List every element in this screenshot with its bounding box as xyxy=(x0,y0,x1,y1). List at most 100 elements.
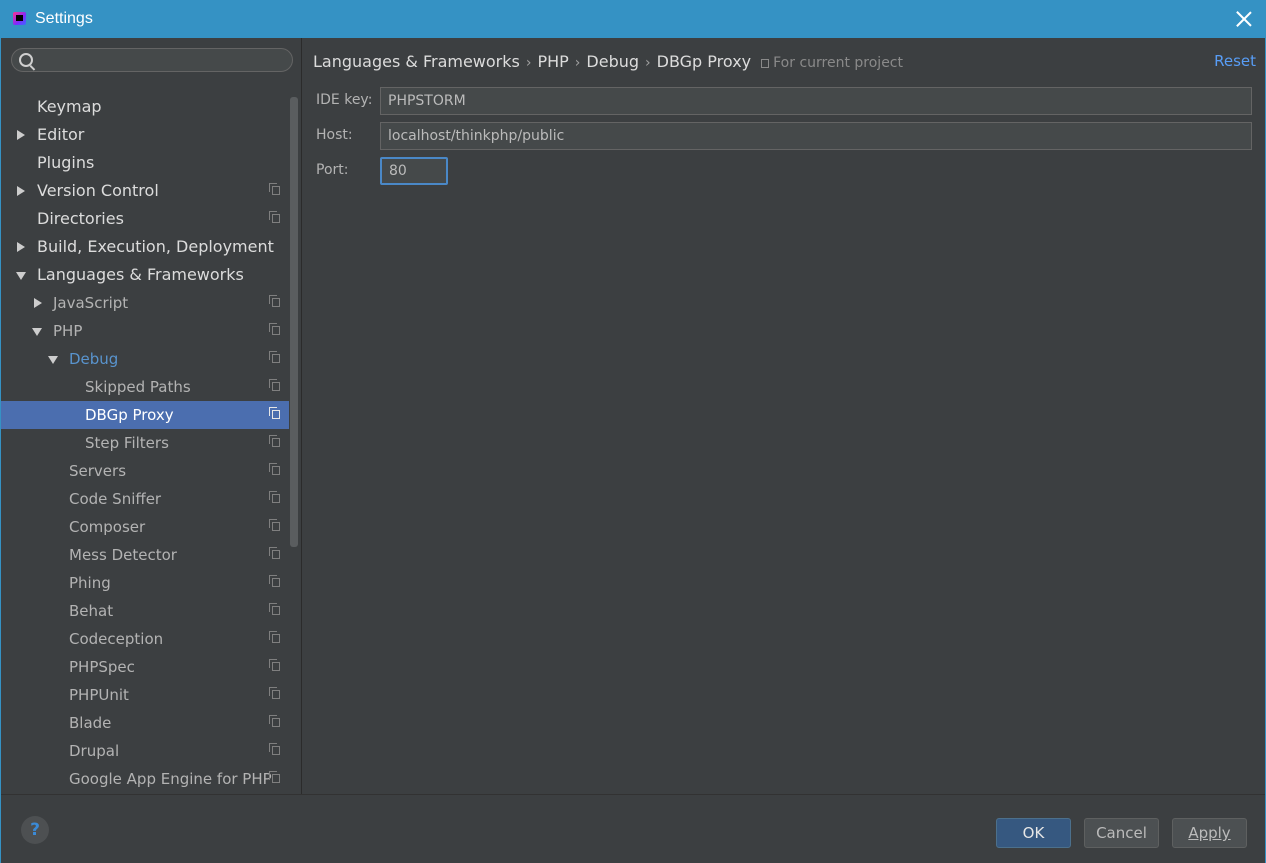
project-scope-icon xyxy=(269,351,280,363)
close-icon[interactable] xyxy=(1235,10,1253,28)
tree-item-plugins[interactable]: Plugins xyxy=(1,149,289,177)
tree-item-behat[interactable]: Behat xyxy=(1,597,289,625)
tree-item-step-filters[interactable]: Step Filters xyxy=(1,429,289,457)
tree-item-phpspec[interactable]: PHPSpec xyxy=(1,653,289,681)
tree-item-label: PHPUnit xyxy=(69,686,129,704)
project-scope-icon xyxy=(269,547,280,559)
tree-item-code-sniffer[interactable]: Code Sniffer xyxy=(1,485,289,513)
host-label: Host: xyxy=(316,127,353,143)
breadcrumb-item: DBGp Proxy xyxy=(656,52,752,71)
ide-key-row: IDE key: xyxy=(316,87,1256,115)
tree-item-blade[interactable]: Blade xyxy=(1,709,289,737)
expand-arrow-icon[interactable] xyxy=(17,130,25,140)
breadcrumb-item: PHP xyxy=(537,52,569,71)
breadcrumb: Languages & Frameworks › PHP › Debug › DBGp Pr… xyxy=(313,52,903,71)
tree-item-label: Codeception xyxy=(69,630,164,648)
breadcrumb-separator-icon: › xyxy=(525,55,532,71)
tree-item-label: Build, Execution, Deployment xyxy=(37,237,274,256)
tree-item-label: Languages & Frameworks xyxy=(37,265,244,284)
tree-item-drupal[interactable]: Drupal xyxy=(1,737,289,765)
cancel-button[interactable]: Cancel xyxy=(1084,818,1159,848)
host-field[interactable] xyxy=(380,122,1252,150)
breadcrumb-item: Debug xyxy=(586,52,640,71)
tree-item-editor[interactable]: Editor xyxy=(1,121,289,149)
tree-item-label: Composer xyxy=(69,518,146,536)
collapse-arrow-icon[interactable] xyxy=(48,356,58,364)
project-scope-icon xyxy=(269,771,280,783)
tree-item-build-execution-deployment[interactable]: Build, Execution, Deployment xyxy=(1,233,289,261)
project-scope-icon xyxy=(269,687,280,699)
tree-item-label: Plugins xyxy=(37,153,95,172)
search-icon xyxy=(19,53,33,67)
tree-item-debug[interactable]: Debug xyxy=(1,345,289,373)
project-scope-icon xyxy=(269,519,280,531)
ide-key-label: IDE key: xyxy=(316,92,373,108)
project-scope-icon xyxy=(269,463,280,475)
apply-button-label: Apply xyxy=(1188,824,1231,842)
tree-item-keymap[interactable]: Keymap xyxy=(1,93,289,121)
port-field[interactable] xyxy=(380,157,448,185)
project-scope-icon xyxy=(269,323,280,335)
tree-item-label: Skipped Paths xyxy=(85,378,191,396)
settings-sidebar: ' ' Keymap Editor Plugins Version Contro… xyxy=(1,38,302,794)
tree-item-skipped-paths[interactable]: Skipped Paths xyxy=(1,373,289,401)
settings-tree: ' ' Keymap Editor Plugins Version Contro… xyxy=(1,88,289,794)
tree-item-composer[interactable]: Composer xyxy=(1,513,289,541)
tree-item-mess-detector[interactable]: Mess Detector xyxy=(1,541,289,569)
search-input[interactable] xyxy=(42,51,286,71)
breadcrumb-separator-icon: › xyxy=(645,55,651,71)
tree-item-label: JavaScript xyxy=(53,294,129,312)
tree-item-directories[interactable]: Directories xyxy=(1,205,289,233)
project-scope-icon xyxy=(269,379,280,391)
project-scope-icon xyxy=(269,211,280,223)
collapse-arrow-icon[interactable] xyxy=(32,328,42,336)
tree-item-label: Servers xyxy=(69,462,127,480)
breadcrumb-separator-icon: › xyxy=(574,55,581,71)
tree-item-label: Editor xyxy=(37,125,85,144)
project-scope-icon xyxy=(269,407,280,419)
tree-item-label: Google App Engine for PHP xyxy=(69,770,272,788)
ok-button[interactable]: OK xyxy=(996,818,1071,848)
project-scope-icon xyxy=(269,603,280,615)
port-label: Port: xyxy=(316,162,349,178)
collapse-arrow-icon[interactable] xyxy=(16,272,26,280)
tree-item-label: Keymap xyxy=(37,97,102,116)
tree-item-label: Debug xyxy=(69,350,119,368)
project-scope-icon xyxy=(269,435,280,447)
tree-item-dbgp-proxy[interactable]: DBGp Proxy xyxy=(1,401,289,429)
tree-item-languages-frameworks[interactable]: Languages & Frameworks xyxy=(1,261,289,289)
reset-link[interactable]: Reset xyxy=(1214,52,1256,70)
tree-item-servers[interactable]: Servers xyxy=(1,457,289,485)
expand-arrow-icon[interactable] xyxy=(17,186,25,196)
tree-item-phing[interactable]: Phing xyxy=(1,569,289,597)
settings-window: Settings ' ' Keymap Editor Plugins Versi… xyxy=(0,0,1266,863)
ide-key-field[interactable] xyxy=(380,87,1252,115)
project-scope-icon xyxy=(269,631,280,643)
dialog-button-bar: ? OK Cancel Apply xyxy=(1,794,1265,863)
project-scope-icon xyxy=(269,659,280,671)
expand-arrow-icon[interactable] xyxy=(17,242,25,252)
breadcrumb-item: Languages & Frameworks xyxy=(313,52,520,71)
help-icon[interactable]: ? xyxy=(21,816,49,844)
sidebar-scrollbar[interactable] xyxy=(290,97,298,547)
settings-content: Languages & Frameworks › PHP › Debug › DBGp Pr… xyxy=(302,38,1265,794)
apply-button[interactable]: Apply xyxy=(1172,818,1247,848)
tree-item-label: DBGp Proxy xyxy=(85,406,174,424)
project-scope-icon xyxy=(269,491,280,503)
tree-item-php[interactable]: PHP xyxy=(1,317,289,345)
tree-item-codeception[interactable]: Codeception xyxy=(1,625,289,653)
tree-item-google-app-engine[interactable]: Google App Engine for PHP xyxy=(1,765,289,793)
host-row: Host: xyxy=(316,122,1256,150)
search-box[interactable] xyxy=(11,48,293,72)
tree-item-label: Directories xyxy=(37,209,124,228)
tree-item-label: PHP xyxy=(53,322,83,340)
tree-item-label: Drupal xyxy=(69,742,120,760)
tree-item-phpunit[interactable]: PHPUnit xyxy=(1,681,289,709)
project-scope-icon xyxy=(269,743,280,755)
port-row: Port: xyxy=(316,157,1256,185)
tree-item-version-control[interactable]: Version Control xyxy=(1,177,289,205)
expand-arrow-icon[interactable] xyxy=(34,298,42,308)
tree-item-javascript[interactable]: JavaScript xyxy=(1,289,289,317)
tree-item-label: PHPSpec xyxy=(69,658,135,676)
project-scope-icon xyxy=(269,183,280,195)
